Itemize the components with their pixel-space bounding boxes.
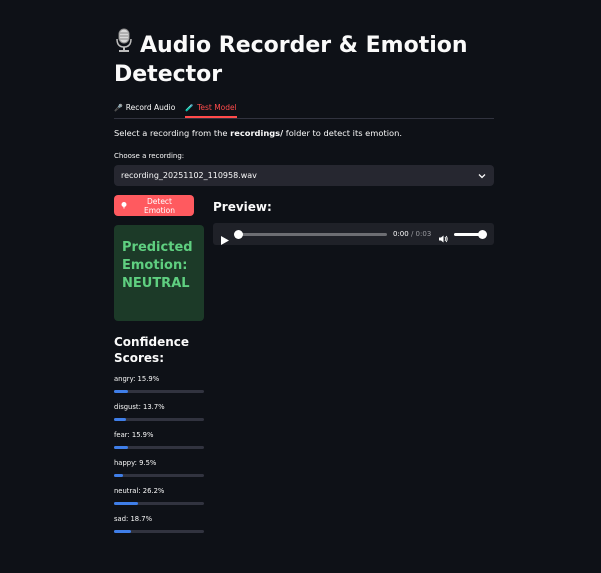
tab-test-model[interactable]: 🧪 Test Model xyxy=(185,99,237,118)
audio-player: 0:00 / 0:03 xyxy=(213,223,494,245)
page-title: Audio Recorder & Emotion Detector xyxy=(114,28,494,89)
detect-emotion-label: Detect Emotion xyxy=(144,196,175,215)
score-row: happy: 9.5% xyxy=(114,459,204,487)
score-row: fear: 15.9% xyxy=(114,431,204,459)
score-row: angry: 15.9% xyxy=(114,375,204,403)
instructions-text: Select a recording from the recordings/ … xyxy=(114,128,494,138)
score-bar xyxy=(114,502,204,505)
microphone-icon xyxy=(114,28,136,60)
audio-time: 0:00 / 0:03 xyxy=(393,230,431,238)
confidence-scores: angry: 15.9% disgust: 13.7% fear: 15.9% hap… xyxy=(114,375,204,543)
score-bar-fill xyxy=(114,502,138,505)
confidence-title: Confidence Scores: xyxy=(114,335,190,365)
score-bar-fill xyxy=(114,446,129,449)
volume-slider[interactable] xyxy=(454,229,488,239)
audio-progress-slider[interactable] xyxy=(234,229,387,239)
tab-label: Test Model xyxy=(197,103,237,112)
chevron-down-icon xyxy=(477,171,487,181)
pencil-icon: 🧪 xyxy=(185,103,195,112)
score-bar-fill xyxy=(114,474,123,477)
app-page: Audio Recorder & Emotion Detector 🎤 Reco… xyxy=(0,0,601,573)
tab-label: Record Audio xyxy=(125,103,176,112)
score-bar xyxy=(114,474,204,477)
instructions-folder: recordings/ xyxy=(230,128,284,138)
volume-handle[interactable] xyxy=(478,229,488,239)
score-row: disgust: 13.7% xyxy=(114,403,204,431)
preview-title: Preview: xyxy=(213,200,272,214)
tab-record-audio[interactable]: 🎤 Record Audio xyxy=(114,98,175,117)
tab-bar: 🎤 Record Audio 🧪 Test Model xyxy=(114,98,494,119)
audio-duration: / 0:03 xyxy=(410,230,432,238)
volume-icon[interactable] xyxy=(438,229,448,243)
prediction-result: Predicted Emotion: NEUTRAL xyxy=(114,225,204,321)
score-label: angry: 15.9% xyxy=(114,375,160,383)
detect-emotion-button[interactable]: Detect Emotion xyxy=(114,195,194,216)
score-row: neutral: 26.2% xyxy=(114,487,204,515)
score-row: sad: 18.7% xyxy=(114,515,204,543)
score-label: disgust: 13.7% xyxy=(114,403,165,411)
audio-current-time: 0:00 xyxy=(393,230,409,238)
score-label: sad: 18.7% xyxy=(114,515,153,523)
recording-select[interactable]: recording_20251102_110958.wav xyxy=(114,165,494,186)
play-icon[interactable] xyxy=(221,230,229,245)
score-bar xyxy=(114,418,204,421)
instructions-after: folder to detect its emotion. xyxy=(283,128,402,138)
score-bar xyxy=(114,530,204,533)
score-bar-fill xyxy=(114,418,127,421)
score-label: fear: 15.9% xyxy=(114,431,154,439)
score-label: happy: 9.5% xyxy=(114,459,157,467)
microphone-icon: 🎤 xyxy=(114,103,123,112)
recording-select-label: Choose a recording: xyxy=(114,152,185,160)
page-title-text: Audio Recorder & Emotion Detector xyxy=(114,33,468,87)
recording-select-value: recording_20251102_110958.wav xyxy=(121,171,257,180)
score-bar-fill xyxy=(114,530,131,533)
sparkle-icon xyxy=(120,201,128,211)
instructions-before: Select a recording from the xyxy=(114,128,231,138)
score-bar xyxy=(114,446,204,449)
score-bar-fill xyxy=(114,390,129,393)
score-bar xyxy=(114,390,204,393)
audio-progress-handle[interactable] xyxy=(234,229,243,239)
score-label: neutral: 26.2% xyxy=(114,487,165,495)
